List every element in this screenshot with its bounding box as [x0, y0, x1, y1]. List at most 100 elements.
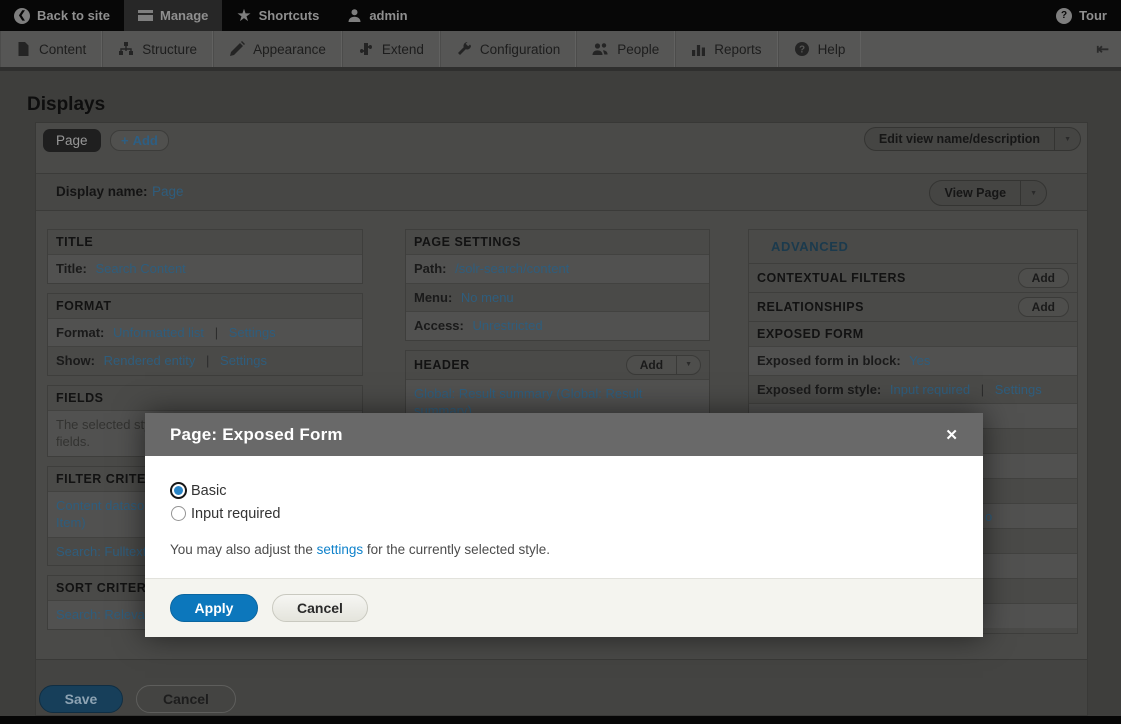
bucket-heading: CONTEXTUAL FILTERS [757, 271, 906, 285]
path-link[interactable]: /solr-search/content [455, 261, 569, 276]
sitemap-icon [118, 42, 134, 57]
separator: | [974, 382, 991, 397]
row-label: Show: [56, 353, 95, 368]
actions-bar: Save Cancel [35, 659, 1088, 716]
exposed-form-style-settings-link[interactable]: Settings [995, 382, 1042, 397]
menu-item-label: Appearance [253, 42, 326, 57]
people-icon [592, 42, 609, 57]
format-settings-link[interactable]: Settings [229, 325, 276, 340]
relationships-add-button[interactable]: Add [1018, 297, 1069, 317]
row-label: Exposed form style: [757, 382, 881, 397]
apply-button[interactable]: Apply [170, 594, 258, 622]
menu-item-reports[interactable]: Reports [675, 31, 777, 67]
format-link[interactable]: Unformatted list [113, 325, 204, 340]
dialog-cancel-button[interactable]: Cancel [272, 594, 368, 622]
title-link[interactable]: Search Content [95, 261, 185, 276]
cancel-button[interactable]: Cancel [136, 685, 236, 713]
shortcuts-label: Shortcuts [259, 8, 320, 23]
row-label: Path: [414, 261, 447, 276]
radio-selected-icon[interactable] [170, 482, 187, 499]
help-icon: ? [794, 41, 810, 57]
row-label: Title: [56, 261, 87, 276]
menu-item-extend[interactable]: Extend [342, 31, 440, 67]
edit-view-name-button[interactable]: Edit view name/description ▼ [864, 127, 1081, 151]
dialog-titlebar[interactable]: Page: Exposed Form ✕ [145, 413, 983, 456]
menu-item-appearance[interactable]: Appearance [213, 31, 342, 67]
bucket-heading: PAGE SETTINGS [414, 235, 521, 249]
add-label: Add [1019, 269, 1068, 287]
tour-button[interactable]: ? Tour [1042, 0, 1121, 31]
exposed-form-style-link[interactable]: Input required [890, 382, 970, 397]
radio-label: Input required [191, 506, 280, 522]
shortcuts-tab[interactable]: ★ Shortcuts [222, 0, 333, 31]
bucket-title: TITLE Title: Search Content [47, 229, 363, 284]
bottom-edge [0, 716, 1121, 724]
menu-item-label: People [617, 42, 659, 57]
dialog-title: Page: Exposed Form [170, 425, 945, 445]
manage-label: Manage [160, 8, 208, 23]
display-tabs-row: Page + Add Edit view name/description ▼ [36, 123, 1087, 160]
tour-question-icon: ? [1056, 8, 1072, 24]
save-button[interactable]: Save [39, 685, 123, 713]
menu-item-label: Reports [714, 42, 761, 57]
exposed-form-dialog: Page: Exposed Form ✕ Basic Input require… [145, 413, 983, 637]
menu-item-help[interactable]: ? Help [778, 31, 862, 67]
chevron-down-icon[interactable]: ▼ [1054, 128, 1080, 150]
menu-link[interactable]: No menu [461, 290, 514, 305]
add-label: Add [627, 356, 676, 374]
bucket-heading: TITLE [56, 235, 93, 249]
back-to-site-button[interactable]: ❮ Back to site [0, 0, 124, 31]
edit-view-name-label: Edit view name/description [865, 128, 1054, 150]
chevron-down-icon[interactable]: ▼ [676, 356, 700, 374]
toolbar-collapse-icon[interactable]: ⇤ [1084, 31, 1121, 67]
radio-option-input-required[interactable]: Input required [170, 505, 958, 522]
view-page-label: View Page [930, 181, 1020, 205]
menu-item-configuration[interactable]: Configuration [440, 31, 576, 67]
menu-item-content[interactable]: Content [0, 31, 102, 67]
bucket-row: Exposed form in block: Yes [749, 346, 1077, 375]
menu-item-structure[interactable]: Structure [102, 31, 213, 67]
admin-menu-bar: Content Structure Appearance Extend Conf… [0, 31, 1121, 71]
access-link[interactable]: Unrestricted [473, 318, 543, 333]
radio-unselected-icon[interactable] [171, 506, 186, 521]
show-link[interactable]: Rendered entity [104, 353, 196, 368]
bucket-row: Menu: No menu [406, 283, 709, 312]
toolbar-top: ❮ Back to site Manage ★ Shortcuts admin … [0, 0, 1121, 31]
bucket-heading: EXPOSED FORM [757, 327, 864, 341]
user-icon [347, 8, 362, 23]
bucket-relationships: RELATIONSHIPS Add [749, 292, 1077, 321]
menu-item-label: Configuration [480, 42, 560, 57]
header-add-button[interactable]: Add ▼ [626, 355, 701, 375]
separator: | [199, 353, 216, 368]
dialog-note: You may also adjust the settings for the… [170, 542, 958, 557]
bar-chart-icon [691, 42, 706, 57]
admin-account-tab[interactable]: admin [333, 0, 421, 31]
exposed-form-in-block-link[interactable]: Yes [909, 353, 930, 368]
menu-item-label: Extend [382, 42, 424, 57]
menu-item-people[interactable]: People [576, 31, 675, 67]
manage-tab[interactable]: Manage [124, 0, 222, 31]
bucket-heading: FORMAT [56, 299, 112, 313]
close-icon[interactable]: ✕ [945, 426, 958, 444]
bucket-heading: FIELDS [56, 391, 103, 405]
paintbrush-icon [229, 41, 245, 57]
advanced-toggle[interactable]: ADVANCED [749, 230, 1077, 263]
settings-link[interactable]: settings [317, 542, 364, 557]
display-name-row: Display name: Page View Page ▼ [36, 173, 1087, 211]
radio-option-basic[interactable]: Basic [170, 482, 958, 499]
hamburger-icon [138, 10, 153, 21]
bucket-format: FORMAT Format: Unformatted list | Settin… [47, 293, 363, 376]
display-name-link[interactable]: Page [152, 184, 184, 199]
contextual-filters-add-button[interactable]: Add [1018, 268, 1069, 288]
menu-item-label: Structure [142, 42, 197, 57]
bucket-page-settings: PAGE SETTINGS Path: /solr-search/content… [405, 229, 710, 341]
chevron-down-icon[interactable]: ▼ [1020, 181, 1046, 205]
row-label: Exposed form in block: [757, 353, 901, 368]
puzzle-icon [358, 41, 374, 57]
view-page-button[interactable]: View Page ▼ [929, 180, 1047, 206]
bucket-row: Access: Unrestricted [406, 311, 709, 340]
page-title: Displays [27, 94, 105, 116]
tab-page-display[interactable]: Page [43, 129, 101, 152]
show-settings-link[interactable]: Settings [220, 353, 267, 368]
add-display-button[interactable]: + Add [110, 130, 169, 151]
